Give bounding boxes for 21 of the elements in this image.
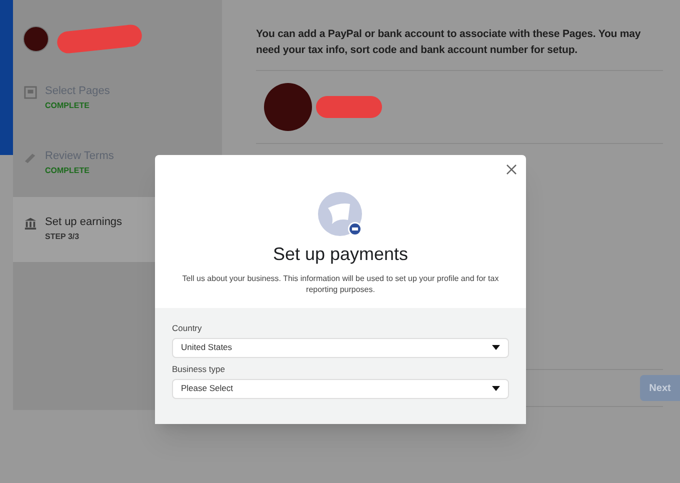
avatar [23, 26, 49, 52]
intro-text: You can add a PayPal or bank account to associate with these Pages. You may need your tax info, sort code and bank account number for setup. [256, 27, 642, 58]
redaction-mark [316, 96, 382, 118]
close-icon [506, 164, 516, 174]
caret-icon [492, 345, 500, 350]
select-field[interactable]: Please Select [172, 378, 509, 398]
step-status: COMPLETE [45, 100, 90, 112]
caret-icon [492, 386, 500, 391]
step-status: COMPLETE [45, 164, 90, 176]
field-label: Business type [172, 362, 226, 376]
step-status: STEP 3/3 [45, 230, 80, 242]
step-label: Set up earnings [45, 215, 122, 230]
bank-icon [24, 217, 37, 230]
field-label: Country [172, 322, 203, 335]
payment-flag-icon [318, 192, 364, 238]
avatar [264, 83, 312, 131]
select-field[interactable]: United States [172, 338, 509, 358]
dialog-description: Tell us about your business. This information will be used to set up your profile and for tax reporting purposes. [181, 273, 500, 295]
page-icon [24, 86, 37, 99]
pen-icon [24, 151, 37, 164]
dialog-title: Set up payments [272, 243, 408, 266]
